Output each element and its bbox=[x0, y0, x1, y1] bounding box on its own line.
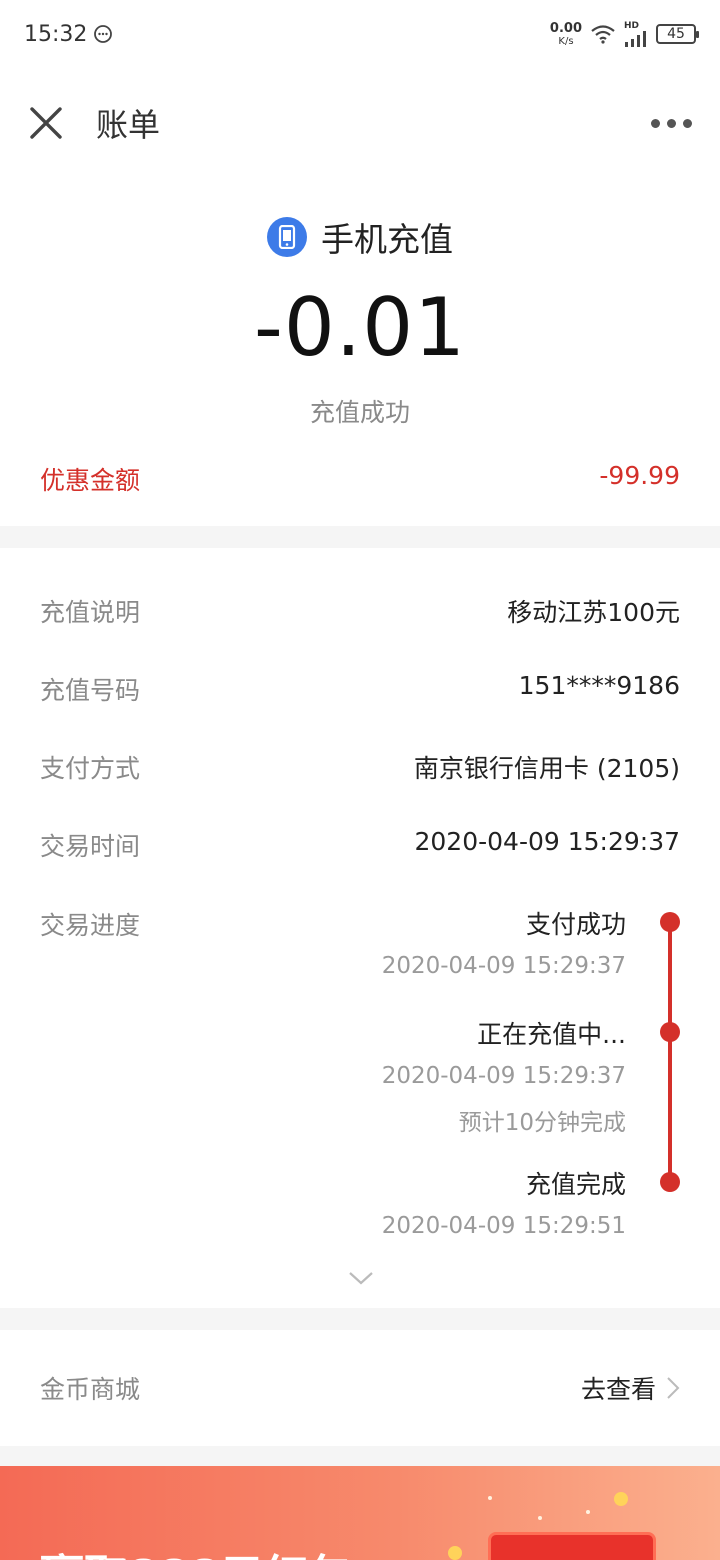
discount-row: 优惠金额 -99.99 bbox=[40, 461, 680, 497]
detail-value: 南京银行信用卡 (2105) bbox=[413, 754, 680, 783]
signal-group: HD bbox=[624, 20, 648, 47]
chevron-right-icon bbox=[667, 1377, 680, 1399]
timeline-dot bbox=[660, 1022, 680, 1042]
sparkle-decoration-icon bbox=[488, 1496, 492, 1500]
detail-value: 151****9186 bbox=[518, 671, 680, 700]
detail-value: 移动江苏100元 bbox=[507, 598, 680, 627]
timeline-step-title: 充值完成 bbox=[525, 1170, 626, 1199]
coin-mall-row[interactable]: 金币商城 去查看 bbox=[0, 1330, 720, 1446]
expand-chevron-icon[interactable] bbox=[348, 1270, 374, 1286]
discount-value: -99.99 bbox=[599, 461, 680, 490]
timeline-dot bbox=[660, 912, 680, 932]
detail-label: 支付方式 bbox=[40, 754, 141, 783]
detail-label: 充值号码 bbox=[40, 676, 141, 705]
more-dot-icon bbox=[667, 118, 676, 128]
view-link-label: 去查看 bbox=[580, 1375, 656, 1404]
detail-label: 交易时间 bbox=[40, 832, 141, 861]
promo-button[interactable] bbox=[488, 1532, 656, 1560]
close-icon bbox=[30, 107, 62, 139]
sparkle-decoration-icon bbox=[538, 1516, 542, 1520]
status-bar: 15:32 0.00 K/s HD 45 bbox=[0, 0, 720, 68]
timeline-line bbox=[668, 922, 672, 1182]
sparkle-decoration-icon bbox=[586, 1510, 590, 1514]
app-header: 账单 bbox=[0, 68, 720, 178]
network-speed: 0.00 K/s bbox=[549, 20, 582, 47]
merchant-name: 手机充值 bbox=[321, 220, 453, 259]
timeline-step-title: 支付成功 bbox=[525, 910, 626, 939]
wifi-icon bbox=[591, 25, 615, 44]
coin-decoration-icon bbox=[448, 1546, 462, 1560]
timeline-step-time: 2020-04-09 15:29:37 bbox=[381, 953, 626, 979]
coin-decoration-icon bbox=[614, 1492, 628, 1506]
timeline-step-time: 2020-04-09 15:29:51 bbox=[381, 1213, 626, 1239]
detail-row-phone-number: 充值号码 151****9186 bbox=[40, 671, 680, 707]
bill-details: 充值说明 移动江苏100元 充值号码 151****9186 支付方式 南京银行… bbox=[0, 548, 720, 1308]
timeline-step-note: 预计10分钟完成 bbox=[458, 1110, 626, 1136]
timeline-step-time: 2020-04-09 15:29:37 bbox=[381, 1063, 626, 1089]
page-title: 账单 bbox=[96, 106, 161, 144]
battery-level: 45 bbox=[667, 26, 685, 42]
detail-row-description: 充值说明 移动江苏100元 bbox=[40, 593, 680, 629]
detail-value: 2020-04-09 15:29:37 bbox=[414, 827, 680, 856]
battery-icon: 45 bbox=[656, 24, 699, 44]
more-dot-icon bbox=[683, 118, 692, 128]
bill-amount: -0.01 bbox=[254, 281, 466, 374]
promo-banner[interactable]: 赢取888元红包 bbox=[0, 1466, 720, 1560]
detail-row-transaction-time: 交易时间 2020-04-09 15:29:37 bbox=[40, 827, 680, 863]
signal-icon bbox=[625, 30, 646, 47]
timeline-dot bbox=[660, 1172, 680, 1192]
status-right: 0.00 K/s HD 45 bbox=[549, 20, 699, 47]
bill-summary: 手机充值 -0.01 充值成功 优惠金额 -99.99 bbox=[0, 178, 720, 526]
timeline-step-title: 正在充值中... bbox=[477, 1020, 626, 1049]
coin-mall-label: 金币商城 bbox=[40, 1375, 141, 1404]
detail-label: 充值说明 bbox=[40, 598, 141, 627]
detail-row-payment-method: 支付方式 南京银行信用卡 (2105) bbox=[40, 749, 680, 785]
more-options-button[interactable] bbox=[647, 109, 696, 138]
hd-label: HD bbox=[624, 20, 640, 31]
phone-icon bbox=[267, 217, 307, 257]
status-time: 15:32 bbox=[24, 21, 88, 47]
merchant: 手机充值 bbox=[0, 213, 720, 261]
bill-status: 充值成功 bbox=[309, 398, 410, 427]
message-bubble-icon bbox=[94, 25, 113, 43]
promo-banner-text: 赢取888元红包 bbox=[40, 1540, 352, 1560]
more-dot-icon bbox=[651, 118, 660, 128]
view-link[interactable]: 去查看 bbox=[581, 1370, 680, 1406]
bill-detail-page: 15:32 0.00 K/s HD 45 账单 手机充值 -0.01 充值成功 … bbox=[0, 0, 720, 1560]
discount-label: 优惠金额 bbox=[40, 466, 141, 495]
progress-label: 交易进度 bbox=[40, 911, 141, 940]
close-button[interactable] bbox=[24, 101, 68, 145]
